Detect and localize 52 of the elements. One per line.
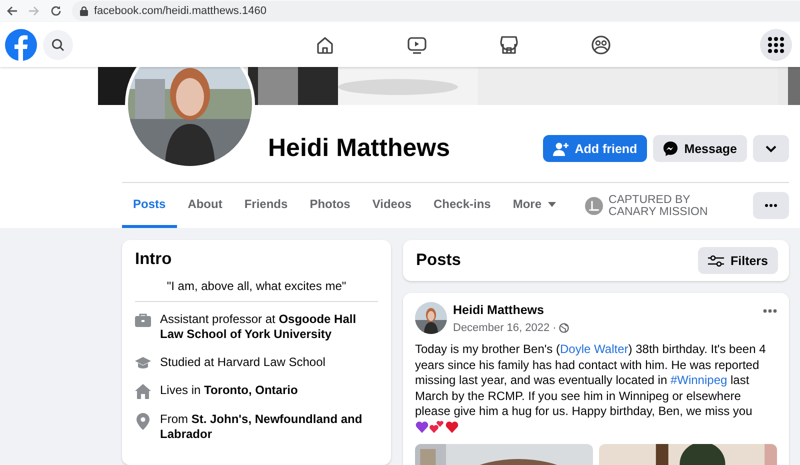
search-icon [51, 38, 65, 52]
video-icon[interactable] [406, 34, 426, 54]
messenger-icon [663, 141, 678, 156]
intro-detail: Studied at Harvard Law School [160, 355, 326, 370]
profile-tab[interactable]: Friends [233, 183, 299, 228]
caret-icon [548, 202, 556, 206]
post-link[interactable]: Doyle Walter [560, 342, 628, 356]
card-title: Posts [416, 251, 461, 270]
post-author[interactable]: Heidi Matthews [453, 303, 544, 317]
address-bar[interactable]: facebook.com/heidi.matthews.1460 [72, 1, 800, 21]
card-title: Intro [135, 250, 173, 269]
intro-detail: From St. John's, Newfoundland and Labrador [160, 412, 364, 442]
post-link[interactable]: #Winnipeg [670, 373, 728, 387]
menu-button[interactable] [760, 28, 792, 60]
profile-tab[interactable]: Check-ins [422, 183, 502, 228]
location-pin-icon [135, 413, 151, 430]
dropdown-button[interactable] [753, 135, 789, 162]
add-person-icon [552, 142, 569, 156]
briefcase-icon [135, 313, 151, 327]
intro-detail: Lives in Toronto, Ontario [160, 383, 298, 398]
store-icon[interactable] [498, 34, 518, 54]
add-friend-button[interactable]: Add friend [542, 135, 648, 162]
more-icon [765, 204, 777, 207]
globe-icon [559, 323, 570, 333]
badge-icon [584, 196, 603, 214]
back-icon[interactable] [6, 5, 18, 17]
profile-tab[interactable]: Videos [361, 183, 422, 228]
home-icon[interactable] [314, 34, 334, 54]
profile-name: Heidi Matthews [268, 133, 450, 163]
grid-icon [768, 36, 784, 52]
chevron-icon [765, 144, 777, 152]
badge-text: CAPTURED BY CANARY MISSION [608, 194, 709, 218]
post-date[interactable]: December 16, 2022 · [453, 322, 556, 334]
profile-tab[interactable]: About [176, 183, 234, 228]
message-button[interactable]: Message [653, 135, 747, 162]
bio-text: "I am, above all, what excites me" [166, 279, 348, 293]
search-button[interactable] [43, 30, 73, 60]
more-icon[interactable] [763, 309, 777, 313]
more-options-button[interactable] [753, 192, 789, 219]
reload-icon[interactable] [50, 5, 62, 17]
lock-icon [80, 6, 88, 16]
profile-tab[interactable]: Posts [122, 183, 177, 228]
more-tab[interactable]: More [502, 183, 567, 228]
intro-detail: Assistant professor at Osgoode Hall Law School of York University [160, 312, 358, 342]
filters-button[interactable]: Filters [698, 247, 778, 274]
house-icon [135, 384, 151, 399]
profile-tab[interactable]: Photos [298, 183, 362, 228]
logo-icon[interactable] [5, 28, 37, 60]
sliders-icon [708, 254, 724, 266]
post-text: Today is my brother Ben's (Doyle Walter) 38th birthday. It's been 4 years since his family has had contact with him. He was reported missing last year, and was eventually located in #Winnipeg last March by the RCMP. If you see him in Winnipeg or elsewhere please give him a hug for us. Happy birthday, Ben, we miss you [415, 342, 777, 436]
hearts-icon [415, 420, 461, 434]
graduation-cap-icon [135, 356, 151, 370]
